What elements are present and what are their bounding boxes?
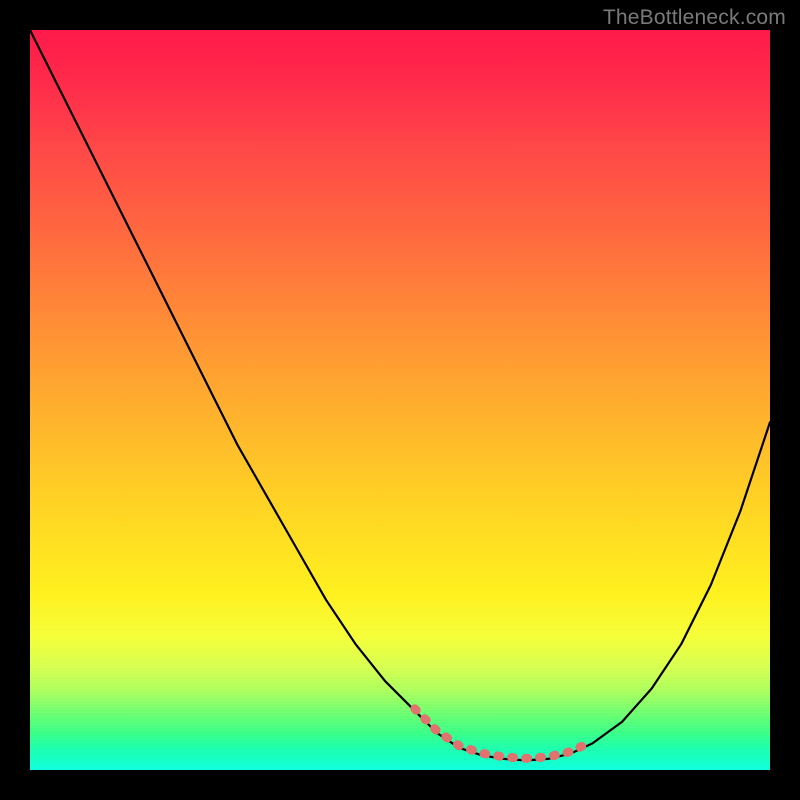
chart-stage: TheBottleneck.com (0, 0, 800, 800)
bottleneck-curve-path (30, 30, 770, 760)
plot-area (30, 30, 770, 770)
watermark-text: TheBottleneck.com (603, 6, 786, 30)
chart-svg (30, 30, 770, 770)
valley-highlight-path (415, 709, 593, 759)
